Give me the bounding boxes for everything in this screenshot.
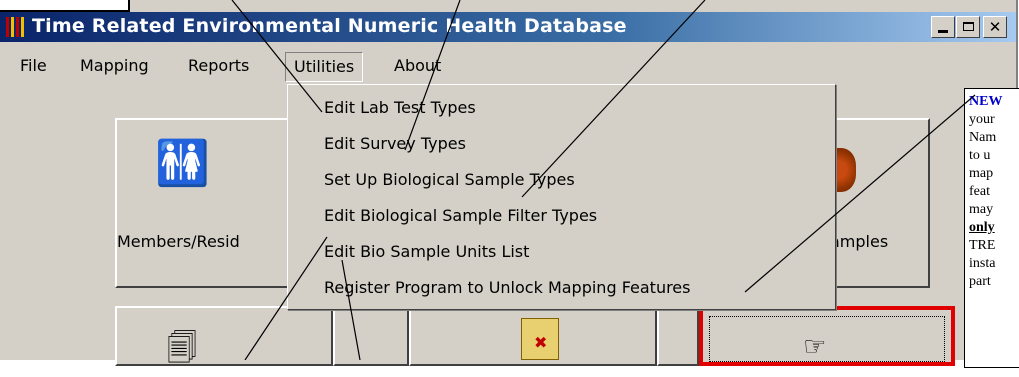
hand-pointer-icon: ☞ [803,332,827,362]
documents-button[interactable]: 🗐 [115,306,333,366]
menu-item-register-program[interactable]: Register Program to Unlock Mapping Featu… [324,273,690,303]
menu-utilities[interactable]: Utilities [285,52,364,82]
focus-rectangle [709,316,945,362]
map-icon: ✖ [521,318,559,360]
document-icon: 🗐 [167,331,197,366]
members-button-label: Members/Resid [117,232,240,251]
map-button[interactable]: ✖ [409,306,657,366]
callout-line: may [969,202,994,217]
close-icon: ✕ [988,18,1002,36]
callout-line: your [969,112,995,127]
application-window: Time Related Environmental Numeric Healt… [0,0,1018,366]
callout-line: feat [969,184,990,199]
menu-file[interactable]: File [14,52,53,80]
callout-line: part [969,274,991,289]
callout-line: TRE [969,238,996,253]
annotation-callout: NEW your Nam to u map feat may only TRE … [964,88,1019,368]
minimize-icon [938,30,948,33]
callout-line: Nam [969,130,997,145]
annotation-frame [0,0,130,12]
focused-button[interactable]: ☞ [699,306,955,366]
maximize-icon [962,22,974,31]
close-button[interactable]: ✕ [983,16,1007,38]
title-bar[interactable]: Time Related Environmental Numeric Healt… [0,12,1016,42]
members-residents-button[interactable]: 🚻 Members/Resid [115,118,305,288]
minimize-button[interactable] [931,16,955,38]
menu-item-edit-lab-test-types[interactable]: Edit Lab Test Types [324,93,476,123]
menu-item-set-up-biological-sample-types[interactable]: Set Up Biological Sample Types [324,165,575,195]
callout-line: insta [969,256,996,271]
blank-button[interactable] [333,306,409,366]
menu-reports[interactable]: Reports [182,52,255,80]
menu-item-edit-survey-types[interactable]: Edit Survey Types [324,129,466,159]
callout-line: only [969,220,995,235]
people-icon: 🚻 [155,138,210,189]
callout-line: map [969,166,994,181]
samples-button-label: amples [830,232,889,251]
menu-item-edit-biological-sample-filter-types[interactable]: Edit Biological Sample Filter Types [324,201,597,231]
menu-mapping[interactable]: Mapping [74,52,155,80]
utilities-dropdown-menu: Edit Lab Test Types Edit Survey Types Se… [287,84,836,310]
small-button[interactable] [657,306,699,366]
callout-line: to u [969,148,991,163]
maximize-button[interactable] [956,16,980,38]
callout-line: NEW [969,94,1003,109]
menu-item-edit-bio-sample-units-list[interactable]: Edit Bio Sample Units List [324,237,529,267]
app-icon [6,17,28,37]
window-title: Time Related Environmental Numeric Healt… [32,15,627,37]
menu-about[interactable]: About [388,52,447,80]
